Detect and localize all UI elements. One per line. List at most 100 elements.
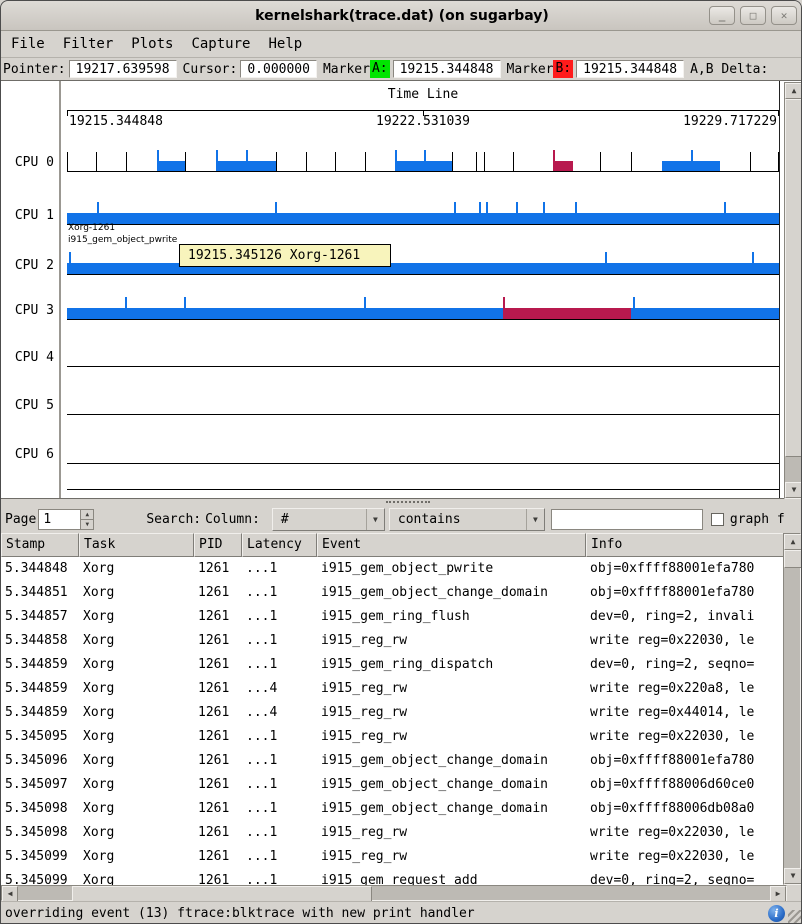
menu-item-help[interactable]: Help — [259, 33, 311, 55]
table-row[interactable]: 5.344859Xorg1261...4i915_reg_rwwrite reg… — [1, 701, 785, 725]
table-row[interactable]: 5.344859Xorg1261...1i915_gem_ring_dispat… — [1, 653, 785, 677]
table-row[interactable]: 5.344859Xorg1261...4i915_reg_rwwrite reg… — [1, 677, 785, 701]
table-row[interactable]: 5.345099Xorg1261...1i915_reg_rwwrite reg… — [1, 845, 785, 869]
table-row[interactable]: 5.345096Xorg1261...1i915_gem_object_chan… — [1, 749, 785, 773]
table-cell: obj=0xffff88001efa780 — [586, 557, 785, 581]
table-row[interactable]: 5.345095Xorg1261...1i915_reg_rwwrite reg… — [1, 725, 785, 749]
table-row[interactable]: 5.345097Xorg1261...1i915_gem_object_chan… — [1, 773, 785, 797]
event-table: Stamp Task PID Latency Event Info 5.3448… — [1, 533, 785, 885]
menu-item-file[interactable]: File — [2, 33, 54, 55]
table-vertical-scrollbar[interactable]: ▲ ▼ — [783, 533, 801, 885]
title-bar[interactable]: kernelshark(trace.dat) (on sugarbay) _ □… — [1, 1, 802, 31]
table-cell: ...1 — [242, 797, 317, 821]
resize-grip[interactable] — [788, 910, 802, 924]
table-cell: i915_reg_rw — [317, 701, 586, 725]
spin-down-icon[interactable]: ▼ — [81, 520, 93, 529]
status-message: overriding event (13) ftrace:blktrace wi… — [5, 906, 475, 921]
table-cell: Xorg — [79, 677, 194, 701]
menu-item-capture[interactable]: Capture — [182, 33, 259, 55]
close-button[interactable]: ✕ — [771, 6, 797, 25]
table-cell: ...1 — [242, 773, 317, 797]
table-row[interactable]: 5.344851Xorg1261...1i915_gem_object_chan… — [1, 581, 785, 605]
cpu-plot-row[interactable] — [67, 185, 779, 225]
column-header-task[interactable]: Task — [79, 533, 194, 557]
scroll-down-arrow-icon[interactable]: ▼ — [785, 482, 802, 498]
event-tick-icon — [631, 152, 632, 171]
match-select[interactable]: contains ▼ — [389, 508, 545, 531]
cpu-plot-row[interactable] — [67, 450, 779, 490]
table-row[interactable]: 5.344848Xorg1261...1i915_gem_object_pwri… — [1, 557, 785, 581]
search-input[interactable] — [551, 509, 703, 530]
graph-scrollbar-thumb[interactable] — [785, 99, 802, 457]
table-cell: 5.345096 — [1, 749, 79, 773]
event-tick-icon — [306, 152, 307, 171]
table-row[interactable]: 5.344857Xorg1261...1i915_gem_ring_flushd… — [1, 605, 785, 629]
event-tick-icon — [424, 150, 426, 161]
column-select[interactable]: # ▼ — [272, 508, 385, 531]
graph-vertical-scrollbar[interactable]: ▲ ▼ — [784, 82, 802, 499]
table-cell: obj=0xffff88006db08a0 — [586, 797, 785, 821]
cpu-label-cpu6: CPU 6 — [15, 447, 54, 463]
event-tick-icon — [96, 152, 97, 171]
table-cell: i915_gem_request_add — [317, 869, 586, 885]
scroll-down-arrow-icon[interactable]: ▼ — [784, 868, 802, 884]
table-cell: Xorg — [79, 581, 194, 605]
timeline-plot[interactable]: Time Line 19215.344848 19222.531039 1922… — [67, 81, 780, 498]
table-cell: i915_reg_rw — [317, 725, 586, 749]
table-cell: 5.344859 — [1, 677, 79, 701]
event-tick-icon — [479, 202, 481, 213]
scroll-left-arrow-icon[interactable]: ◀ — [2, 886, 18, 902]
event-tick-icon — [778, 152, 779, 171]
column-header-stamp[interactable]: Stamp — [1, 533, 79, 557]
table-row[interactable]: 5.344858Xorg1261...1i915_reg_rwwrite reg… — [1, 629, 785, 653]
scroll-up-arrow-icon[interactable]: ▲ — [785, 83, 802, 99]
column-header-pid[interactable]: PID — [194, 533, 242, 557]
page-spinbox-buttons: ▲ ▼ — [80, 509, 94, 530]
table-row[interactable]: 5.345098Xorg1261...1i915_reg_rwwrite reg… — [1, 821, 785, 845]
graph-follows-checkbox[interactable] — [711, 513, 724, 526]
menu-item-plots[interactable]: Plots — [122, 33, 182, 55]
page-spinbox-value[interactable]: 1 — [38, 509, 80, 530]
table-cell: 5.345099 — [1, 845, 79, 869]
column-header-event[interactable]: Event — [317, 533, 586, 557]
table-cell: ...1 — [242, 845, 317, 869]
scroll-up-arrow-icon[interactable]: ▲ — [784, 534, 802, 550]
cpu-label-gutter: CPU 0CPU 1CPU 2CPU 3CPU 4CPU 5CPU 6 — [1, 81, 61, 498]
table-cell: i915_gem_object_pwrite — [317, 557, 586, 581]
table-scrollbar-thumb[interactable] — [784, 550, 802, 568]
time-label-middle: 19222.531039 — [67, 114, 779, 129]
event-tick-icon — [395, 150, 397, 161]
ab-delta-label: A,B Delta: — [690, 62, 768, 77]
table-cell: 1261 — [194, 725, 242, 749]
minimize-button[interactable]: _ — [709, 6, 735, 25]
table-cell: ...1 — [242, 749, 317, 773]
table-row[interactable]: 5.345098Xorg1261...1i915_gem_object_chan… — [1, 797, 785, 821]
event-tick-icon — [553, 150, 555, 161]
column-header-latency[interactable]: Latency — [242, 533, 317, 557]
combo-arrow-icon: ▼ — [366, 509, 384, 530]
column-header-info[interactable]: Info — [586, 533, 785, 557]
event-tick-icon — [275, 202, 277, 213]
maximize-button[interactable]: □ — [740, 6, 766, 25]
window-title: kernelshark(trace.dat) (on sugarbay) — [255, 8, 549, 24]
table-horizontal-scrollbar[interactable]: ◀ ▶ — [1, 885, 787, 901]
horizontal-scrollbar-thumb[interactable] — [72, 886, 372, 902]
cpu-label-cpu3: CPU 3 — [15, 303, 54, 319]
cpu-plot-row[interactable] — [67, 280, 779, 320]
table-cell: Xorg — [79, 869, 194, 885]
menu-item-filter[interactable]: Filter — [54, 33, 123, 55]
cpu-plot-row[interactable] — [67, 375, 779, 415]
hover-event-labels: Xorg-1261 i915_gem_object_pwrite — [68, 222, 177, 246]
event-tick-icon — [605, 252, 607, 263]
table-cell: i915_reg_rw — [317, 821, 586, 845]
cpu-plot-row[interactable] — [67, 327, 779, 367]
cpu-plot-row[interactable] — [67, 132, 779, 172]
event-tick-icon — [185, 152, 186, 171]
scroll-right-arrow-icon[interactable]: ▶ — [770, 886, 786, 902]
spin-up-icon[interactable]: ▲ — [81, 510, 93, 520]
table-row[interactable]: 5.345099Xorg1261...1i915_gem_request_add… — [1, 869, 785, 885]
list-controls-bar: Page 1 ▲ ▼ Search: Column: # ▼ contains … — [1, 506, 802, 533]
pane-divider-handle[interactable] — [1, 499, 802, 506]
table-cell: Xorg — [79, 821, 194, 845]
table-cell: Xorg — [79, 797, 194, 821]
